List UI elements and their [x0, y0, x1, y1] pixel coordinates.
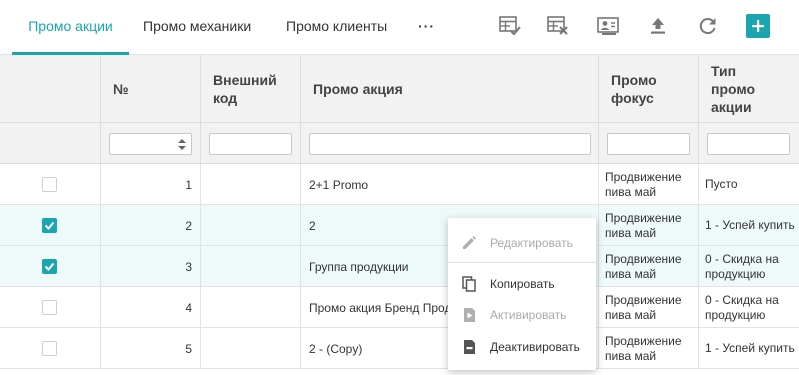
row-checkbox[interactable]	[42, 177, 57, 192]
filter-external-code-cell	[201, 123, 301, 164]
type-cell: 0 - Скидка на продукцию	[705, 251, 779, 281]
menu-item-deactivate[interactable]: Деактивировать	[448, 333, 596, 361]
header-focus[interactable]: Промо фокус	[599, 55, 699, 123]
table-check-icon[interactable]	[498, 14, 522, 38]
external-code-cell	[201, 164, 301, 205]
type-cell: 0 - Скидка на продукцию	[705, 292, 779, 322]
promo-filter-input[interactable]	[309, 133, 591, 155]
select-cell	[0, 287, 101, 328]
menu-item-copy[interactable]: Копировать	[448, 270, 596, 298]
tab-promo-mechanics[interactable]: Промо механики	[143, 0, 251, 55]
select-cell	[0, 246, 101, 287]
play-file-icon	[463, 308, 475, 322]
num-cell: 5	[101, 328, 201, 369]
menu-item-activate[interactable]: Активировать	[448, 301, 596, 329]
external-code-cell	[201, 205, 301, 246]
focus-cell: Продвижение пива май	[599, 328, 699, 369]
row-checkbox[interactable]	[42, 300, 57, 315]
header-promo[interactable]: Промо акция	[301, 55, 599, 123]
pencil-icon	[463, 236, 476, 249]
context-menu: Редактировать Копировать Активировать Де…	[448, 218, 596, 370]
upload-icon[interactable]	[646, 14, 670, 38]
table-row[interactable]: 5 2 - (Copy) Продвижение пива май 1 - Ус…	[0, 328, 799, 369]
type-cell: Пусто	[705, 177, 738, 191]
menu-item-edit[interactable]: Редактировать	[448, 229, 596, 257]
type-cell: 1 - Успей купить	[705, 218, 795, 232]
stop-file-icon	[463, 340, 475, 354]
grid-header: № Внешний код Промо акция Промо фокус Ти…	[0, 55, 799, 123]
tab-promo-actions[interactable]: Промо акции	[12, 0, 129, 55]
external-code-cell	[201, 287, 301, 328]
top-bar: Промо акции Промо механики Промо клиенты…	[0, 0, 799, 55]
checkmark-icon	[44, 221, 55, 230]
filter-focus-cell	[599, 123, 699, 164]
select-cell	[0, 164, 101, 205]
filter-promo-cell	[301, 123, 599, 164]
row-checkbox[interactable]	[42, 218, 57, 233]
table-row[interactable]: 4 Промо акция Бренд Прод Продвижение пив…	[0, 287, 799, 328]
num-cell: 3	[101, 246, 201, 287]
num-filter-input[interactable]	[109, 133, 192, 155]
focus-cell: Продвижение пива май	[599, 246, 699, 287]
num-cell: 1	[101, 164, 201, 205]
type-filter-input[interactable]	[707, 133, 790, 155]
row-checkbox[interactable]	[42, 259, 57, 274]
header-focus-label: Промо фокус	[611, 72, 657, 106]
focus-cell: Продвижение пива май	[599, 287, 699, 328]
header-external-code[interactable]: Внешний код	[201, 55, 301, 123]
promo-cell: 2+1 Promo	[301, 164, 599, 205]
more-tabs-button[interactable]: ···	[418, 0, 435, 55]
filter-select-column	[0, 123, 101, 164]
menu-item-activate-label: Активировать	[490, 308, 567, 322]
external-code-cell	[201, 328, 301, 369]
spinner-arrows-icon[interactable]	[177, 138, 187, 151]
focus-filter-input[interactable]	[607, 133, 690, 155]
filter-type-cell	[699, 123, 799, 164]
num-cell: 2	[101, 205, 201, 246]
add-icon[interactable]	[746, 14, 770, 38]
table-row[interactable]: 1 2+1 Promo Продвижение пива май Пусто	[0, 164, 799, 205]
filter-row	[0, 123, 799, 164]
select-cell	[0, 205, 101, 246]
header-num-label: №	[113, 81, 129, 97]
header-type[interactable]: Тип промо акции	[699, 55, 799, 123]
header-external-code-label: Внешний код	[213, 72, 277, 106]
focus-cell: Продвижение пива май	[599, 164, 699, 205]
menu-item-deactivate-label: Деактивировать	[490, 340, 580, 354]
copy-icon	[462, 276, 476, 292]
num-cell: 4	[101, 287, 201, 328]
table-row[interactable]: 3 Группа продукции Продвижение пива май …	[0, 246, 799, 287]
table-delete-icon[interactable]	[546, 14, 570, 38]
refresh-icon[interactable]	[696, 14, 720, 38]
header-type-label: Тип промо акции	[711, 63, 756, 115]
menu-divider	[448, 262, 596, 263]
menu-item-copy-label: Копировать	[490, 277, 555, 291]
row-checkbox[interactable]	[42, 341, 57, 356]
header-promo-label: Промо акция	[313, 81, 403, 97]
select-cell	[0, 328, 101, 369]
header-select-column	[0, 55, 101, 123]
filter-num-cell	[101, 123, 201, 164]
table-row[interactable]: 2 2 Продвижение пива май 1 - Успей купит…	[0, 205, 799, 246]
assign-user-icon[interactable]	[596, 14, 620, 38]
menu-item-edit-label: Редактировать	[490, 236, 573, 250]
tab-promo-clients[interactable]: Промо клиенты	[286, 0, 387, 55]
external-code-cell	[201, 246, 301, 287]
header-num[interactable]: №	[101, 55, 201, 123]
focus-cell: Продвижение пива май	[599, 205, 699, 246]
checkmark-icon	[44, 262, 55, 271]
type-cell: 1 - Успей купить	[705, 341, 795, 355]
external-code-filter-input[interactable]	[209, 133, 292, 155]
